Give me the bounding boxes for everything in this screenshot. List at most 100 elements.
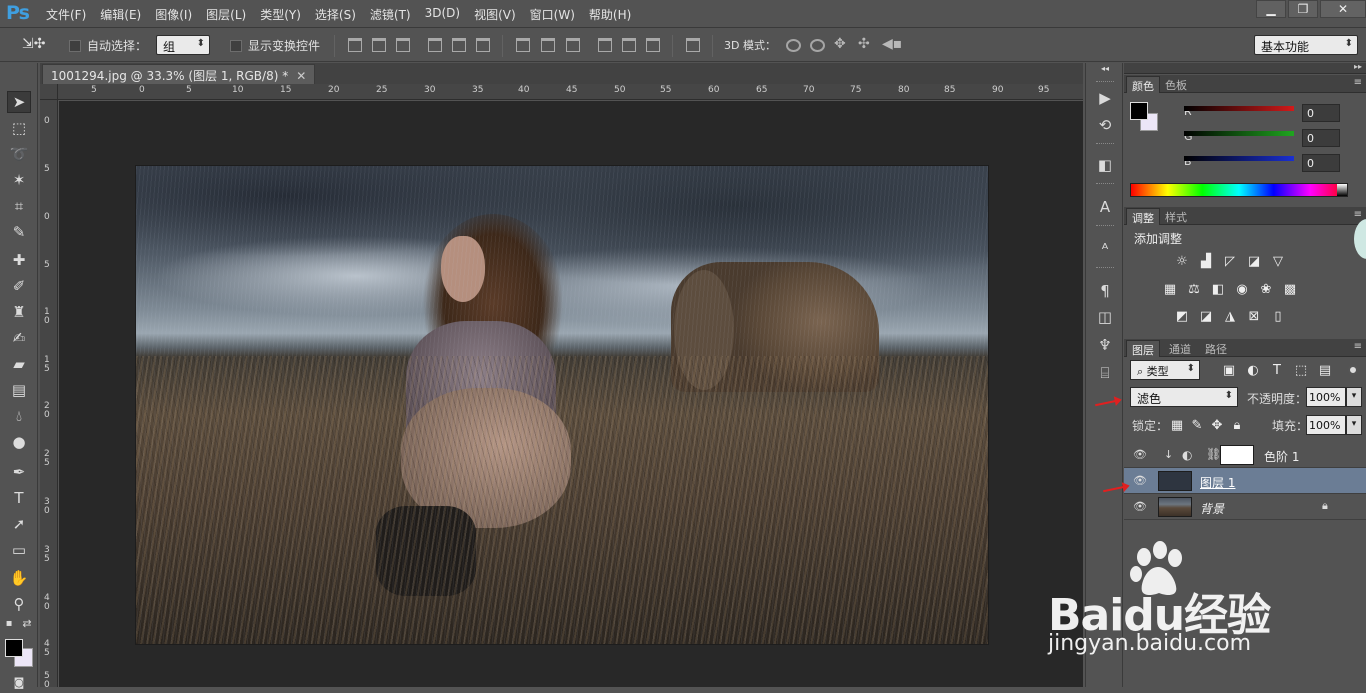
distribute-bottom-icon[interactable] <box>566 38 580 52</box>
gradient-map-icon[interactable]: ▯ <box>1269 308 1287 324</box>
character-styles-icon[interactable]: ᴬ <box>1095 239 1115 259</box>
swap-colors-icon[interactable]: ⇄ <box>20 617 34 630</box>
gradient-tool-icon[interactable]: ▤ <box>7 379 31 401</box>
tab-paths[interactable]: 路径 <box>1200 340 1232 357</box>
3d-scale-icon[interactable]: ◀▪ <box>882 36 902 52</box>
healing-brush-tool-icon[interactable]: ✚ <box>7 249 31 271</box>
menu-view[interactable]: 视图(V) <box>474 6 516 23</box>
lock-all-icon[interactable]: 🔒︎ <box>1228 417 1246 433</box>
fill-dropdown-arrow[interactable]: ▾ <box>1346 415 1362 435</box>
properties-icon[interactable]: ◧ <box>1095 155 1115 175</box>
menu-file[interactable]: 文件(F) <box>46 6 86 23</box>
default-colors-icon[interactable]: ▪ <box>2 617 16 629</box>
filter-adjustment-icon[interactable]: ◐ <box>1244 362 1262 378</box>
type-tool-icon[interactable]: T <box>7 487 31 509</box>
filter-pixel-icon[interactable]: ▣ <box>1220 362 1238 378</box>
color-balance-icon[interactable]: ⚖ <box>1185 281 1203 297</box>
3d-icon[interactable]: ◫ <box>1095 307 1115 327</box>
side-handle[interactable] <box>1354 219 1366 259</box>
3d-drag-icon[interactable]: ✥ <box>834 36 846 52</box>
channel-mixer-icon[interactable]: ❀ <box>1257 281 1275 297</box>
levels-icon[interactable]: ▟ <box>1197 253 1215 269</box>
lock-transparent-icon[interactable]: ▦ <box>1168 417 1186 433</box>
panel-menu-icon[interactable]: ≡ <box>1354 209 1362 220</box>
black-white-icon[interactable]: ◧ <box>1209 281 1227 297</box>
threshold-icon[interactable]: ◮ <box>1221 308 1239 324</box>
auto-select-dropdown[interactable]: 组 <box>156 35 210 55</box>
hand-tool-icon[interactable]: ✋ <box>7 567 31 589</box>
minimize-button[interactable]: ▁ <box>1256 0 1286 18</box>
color-lookup-icon[interactable]: ▩ <box>1281 281 1299 297</box>
blue-value-field[interactable]: 0 <box>1302 154 1340 172</box>
filter-shape-icon[interactable]: ⬚ <box>1292 362 1310 378</box>
posterize-icon[interactable]: ◪ <box>1197 308 1215 324</box>
distribute-left-icon[interactable] <box>598 38 612 52</box>
distribute-right-icon[interactable] <box>646 38 660 52</box>
path-selection-tool-icon[interactable]: ➚ <box>7 513 31 535</box>
menu-3d[interactable]: 3D(D) <box>425 6 460 23</box>
close-button[interactable]: ✕ <box>1320 0 1366 18</box>
vertical-ruler[interactable]: 0 5 0 5 1 0 1 5 2 0 2 5 3 0 3 5 4 0 4 5 … <box>40 100 58 690</box>
panel-grip[interactable] <box>1096 225 1114 227</box>
horizontal-ruler[interactable]: 5 0 5 10 15 20 25 30 35 40 45 50 55 60 6… <box>58 84 1083 100</box>
tool-presets-icon[interactable]: ⌸ <box>1095 363 1115 383</box>
tab-adjustments[interactable]: 调整 <box>1126 208 1160 225</box>
document-tab[interactable]: 1001294.jpg @ 33.3% (图层 1, RGB/8) * ✕ <box>42 64 316 84</box>
opacity-field[interactable]: 100% <box>1306 387 1346 407</box>
align-right-icon[interactable] <box>476 38 490 52</box>
move-tool-preset-icon[interactable]: ⇲✣ <box>22 36 45 52</box>
blue-slider[interactable] <box>1184 156 1294 161</box>
exposure-icon[interactable]: ◪ <box>1245 253 1263 269</box>
visibility-eye-icon[interactable]: 👁︎ <box>1133 500 1147 514</box>
restore-button[interactable]: ❐ <box>1288 0 1318 18</box>
close-tab-icon[interactable]: ✕ <box>296 69 306 83</box>
panel-grip[interactable] <box>1096 143 1114 145</box>
layer-filter-dropdown[interactable]: ⌕ 类型 <box>1130 360 1200 380</box>
magic-wand-tool-icon[interactable]: ✶ <box>7 169 31 191</box>
show-transform-checkbox[interactable]: 显示变换控件 <box>230 37 320 54</box>
red-value-field[interactable]: 0 <box>1302 104 1340 122</box>
fill-field[interactable]: 100% <box>1306 415 1346 435</box>
hue-saturation-icon[interactable]: ▦ <box>1161 281 1179 297</box>
layer-thumbnail[interactable] <box>1158 497 1192 517</box>
3d-slide-icon[interactable]: ✣ <box>858 36 870 52</box>
menu-type[interactable]: 类型(Y) <box>260 6 301 23</box>
align-vcenter-icon[interactable] <box>372 38 386 52</box>
tab-styles[interactable]: 样式 <box>1160 208 1192 225</box>
shape-tool-icon[interactable]: ▭ <box>7 539 31 561</box>
align-top-icon[interactable] <box>348 38 362 52</box>
marquee-tool-icon[interactable]: ⬚ <box>7 117 31 139</box>
quick-mask-icon[interactable]: ◙ <box>7 671 31 693</box>
layer-thumbnail[interactable] <box>1158 471 1192 491</box>
panel-grip[interactable] <box>1096 267 1114 269</box>
auto-select-checkbox[interactable]: 自动选择： <box>69 37 147 54</box>
dock-collapse-icon[interactable]: ▸▸ <box>1354 62 1362 71</box>
brush-tool-icon[interactable]: ✐ <box>7 275 31 297</box>
pen-tool-icon[interactable]: ✒ <box>7 461 31 483</box>
green-slider[interactable] <box>1184 131 1294 136</box>
opacity-dropdown-arrow[interactable]: ▾ <box>1346 387 1362 407</box>
eyedropper-tool-icon[interactable]: ✎ <box>7 221 31 243</box>
tab-channels[interactable]: 通道 <box>1164 340 1196 357</box>
auto-align-icon[interactable] <box>686 38 700 52</box>
layer-name[interactable]: 背景 <box>1200 500 1224 517</box>
layer-row-background[interactable]: 👁︎ 背景 🔒︎ <box>1124 494 1366 520</box>
lock-image-icon[interactable]: ✎ <box>1188 417 1206 433</box>
collapse-icon[interactable]: ◂◂ <box>1095 63 1115 73</box>
character-icon[interactable]: A <box>1095 197 1115 217</box>
curves-icon[interactable]: ◸ <box>1221 253 1239 269</box>
brush-presets-icon[interactable]: ♆ <box>1095 335 1115 355</box>
menu-filter[interactable]: 滤镜(T) <box>370 6 411 23</box>
photo-filter-icon[interactable]: ◉ <box>1233 281 1251 297</box>
tab-color[interactable]: 颜色 <box>1126 76 1160 93</box>
filter-type-icon[interactable]: T <box>1268 362 1286 378</box>
layer-row-levels[interactable]: 👁︎ ↓ ◐ ⛓ 色阶 1 <box>1124 442 1366 468</box>
document-image[interactable] <box>135 165 989 645</box>
actions-play-icon[interactable]: ▶ <box>1095 88 1115 108</box>
panel-grip[interactable] <box>1096 81 1114 83</box>
panel-menu-icon[interactable]: ≡ <box>1354 77 1362 88</box>
eraser-tool-icon[interactable]: ▰ <box>7 353 31 375</box>
ruler-origin[interactable] <box>40 84 58 100</box>
filter-smart-object-icon[interactable]: ▤ <box>1316 362 1334 378</box>
panel-menu-icon[interactable]: ≡ <box>1354 341 1362 352</box>
